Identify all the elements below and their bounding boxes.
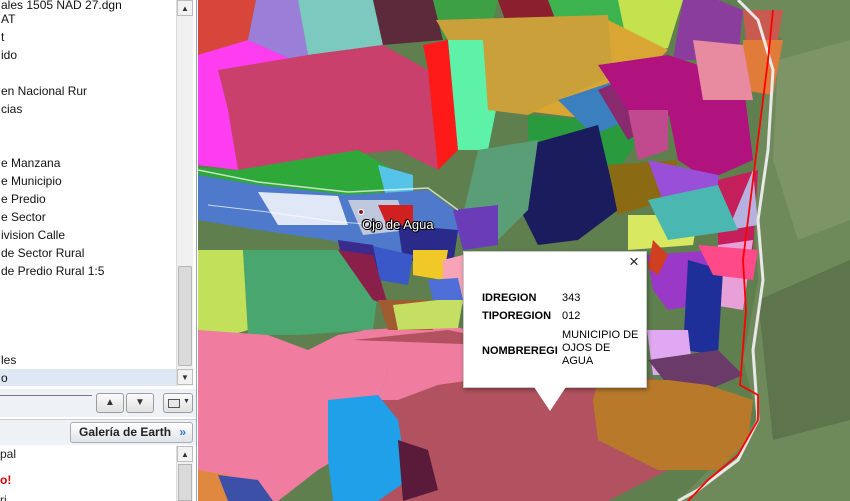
layer-item[interactable]: de Predio Rural 1:5 [0, 262, 104, 280]
region-polygon [428, 278, 463, 300]
region-polygon [373, 0, 443, 45]
gallery-row: Galería de Earth » [0, 419, 196, 445]
attr-key: IDREGION [482, 292, 537, 304]
layer-item[interactable]: e Predio [0, 190, 46, 208]
layers-nav-row: ▲ ▼ ▼ [0, 389, 196, 417]
layer-item[interactable]: t [0, 28, 4, 46]
scroll-down-icon[interactable]: ▼ [177, 369, 193, 385]
layers-list: ales 1505 NAD 27.dgn AT t ido en Naciona… [0, 0, 177, 386]
layer-item[interactable]: ales 1505 NAD 27.dgn [0, 0, 122, 14]
region-polygon [413, 250, 448, 280]
scroll-up-icon[interactable]: ▲ [177, 0, 193, 16]
layers-scrollbar[interactable]: ▲ ▼ [176, 0, 193, 386]
earth-gallery-button[interactable]: Galería de Earth » [70, 422, 193, 443]
layer-item[interactable]: en Nacional Rur [0, 82, 87, 100]
attr-key: TIPOREGION [482, 310, 552, 322]
list-item[interactable]: ri... ... ... ... ... [0, 493, 70, 501]
earth-gallery-label: Galería de Earth [79, 425, 172, 439]
move-up-button[interactable]: ▲ [96, 393, 124, 413]
list-item[interactable]: pal [0, 447, 16, 461]
layer-item[interactable]: les [0, 351, 16, 369]
add-folder-button[interactable]: ▼ [163, 393, 193, 413]
layer-item[interactable]: de Sector Rural [0, 244, 84, 262]
attr-value: MUNICIPIO DE OJOS DE AGUA [562, 329, 639, 367]
arrow-up-icon: ▲ [105, 397, 115, 408]
layer-item[interactable]: e Municipio [0, 172, 62, 190]
place-label[interactable]: Ojo de Agua [362, 217, 434, 232]
layer-item-selected[interactable]: o [0, 369, 177, 386]
list-item[interactable]: o! [0, 473, 11, 487]
info-balloon: × IDREGION 343 TIPOREGION 012 NOMBREREGI… [463, 251, 647, 388]
layer-item[interactable]: AT [0, 10, 15, 28]
folder-icon [168, 399, 180, 408]
layer-item[interactable]: cias [0, 100, 22, 118]
divider [0, 395, 92, 396]
double-chevron-right-icon: » [179, 425, 186, 439]
layer-item[interactable]: e Manzana [0, 154, 60, 172]
scroll-up-icon[interactable]: ▲ [177, 446, 193, 462]
layers-panel: ales 1505 NAD 27.dgn AT t ido en Naciona… [0, 0, 197, 501]
attr-key: NOMBREREGI [482, 345, 558, 357]
places-scrollbar[interactable]: ▲ [176, 446, 193, 501]
close-icon[interactable]: × [626, 253, 642, 270]
attr-value: 012 [562, 310, 581, 322]
chevron-down-icon: ▼ [183, 398, 190, 405]
scrollbar-thumb[interactable] [178, 464, 192, 501]
layer-item[interactable]: ido [0, 46, 17, 64]
scrollbar-thumb[interactable] [178, 266, 192, 366]
move-down-button[interactable]: ▼ [126, 393, 154, 413]
map-view[interactable]: Ojo de Agua × IDREGION 343 TIPOREGION 01… [198, 0, 850, 501]
places-list: pal o! ri... ... ... ... ... [0, 446, 177, 501]
attr-value: 343 [562, 292, 581, 304]
balloon-tail [534, 387, 566, 411]
arrow-down-icon: ▼ [135, 397, 145, 408]
region-polygon [393, 300, 463, 330]
layer-item[interactable]: e Sector [0, 208, 46, 226]
layer-item[interactable]: ivision Calle [0, 226, 65, 244]
place-marker-icon[interactable] [358, 209, 364, 215]
